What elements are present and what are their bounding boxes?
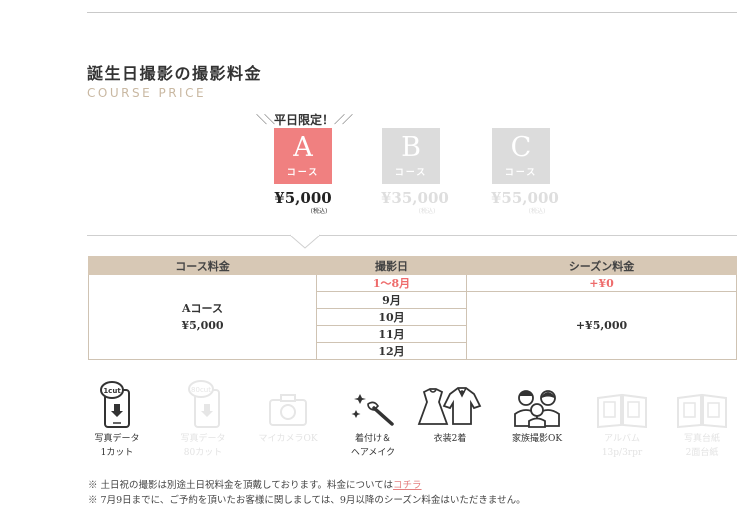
weekday-limited-badge: ＼＼ 平日限定！ ／／ (256, 111, 353, 127)
course-name: Aコース (182, 302, 223, 315)
badge-left-slashes: ＼＼ (256, 113, 275, 126)
feature-album: アルバム 13p/3rpr (585, 380, 659, 460)
course-divider (87, 235, 737, 236)
note-line-1: ※ 土日祝の撮影は別途土日祝料金を頂戴しております。料金についてはコチラ (88, 478, 526, 493)
feature-photo-mount: 写真台紙 2面台紙 (665, 380, 739, 460)
feature-label: 写真データ 80カット (180, 434, 226, 458)
note-line-2: ※ 7月9日までに、ご予約を頂いたお客様に関しましては、9月以降のシーズン料金は… (88, 495, 526, 506)
section-title: 誕生日撮影の撮影料金 (87, 64, 263, 83)
photo-mount-icon (665, 380, 739, 428)
course-a-kana: コース (286, 168, 320, 178)
feature-label: 着付け＆ ヘアメイク (350, 434, 396, 458)
month-cell: 12月 (316, 342, 467, 360)
course-summary-cell: Aコース ¥5,000 (88, 274, 317, 360)
course-c-button[interactable]: C コース (492, 128, 550, 184)
feature-label: 衣装2着 (433, 434, 467, 444)
month-cell: 11月 (316, 325, 467, 343)
course-b-price: ¥35,000 (381, 189, 449, 207)
season-fee-cell: +¥5,000 (466, 291, 737, 360)
feature-family-photo: 家族撮影OK (500, 380, 574, 446)
course-a-letter: A (293, 132, 313, 163)
course-b-button[interactable]: B コース (382, 128, 440, 184)
camera-icon (251, 380, 325, 428)
course-b-card[interactable]: B コース ¥35,000 (税込) (381, 128, 449, 216)
course-a-tax: (税込) (310, 208, 328, 215)
feature-label: 写真台紙 2面台紙 (683, 434, 720, 458)
phone-80cut-icon: 80cut (166, 380, 240, 428)
price-table: コース料金 撮影日 シーズン料金 Aコース ¥5,000 1〜8月 +¥0 9月… (88, 256, 737, 360)
makeup-brush-icon (336, 380, 410, 428)
course-a-price: ¥5,000 (274, 189, 332, 207)
course-c-kana: コース (504, 168, 538, 178)
badge-right-slashes: ／／ (334, 113, 353, 126)
feature-label: マイカメラOK (258, 434, 318, 444)
header-shoot-date: 撮影日 (316, 256, 467, 275)
course-b-tax: (税込) (418, 208, 436, 215)
feature-label: 家族撮影OK (511, 434, 563, 444)
feature-photo-data-80: 80cut 写真データ 80カット (166, 380, 240, 460)
table-row: Aコース ¥5,000 1〜8月 +¥0 (88, 274, 737, 360)
header-course-fee: コース料金 (88, 256, 317, 275)
section-subtitle: COURSE PRICE (87, 86, 207, 100)
month-cell: 9月 (316, 291, 467, 309)
top-divider (87, 12, 737, 13)
course-c-price: ¥55,000 (491, 189, 559, 207)
table-header-row: コース料金 撮影日 シーズン料金 (88, 256, 737, 275)
svg-text:80cut: 80cut (191, 386, 211, 394)
notes: ※ 土日祝の撮影は別途土日祝料金を頂戴しております。料金についてはコチラ ※ 7… (88, 478, 526, 508)
header-season-fee: シーズン料金 (466, 256, 737, 275)
feature-costume: 衣装2着 (413, 380, 487, 446)
phone-1cut-icon: 1cut (80, 380, 154, 428)
family-icon (500, 380, 574, 428)
feature-my-camera: マイカメラOK (251, 380, 325, 446)
costume-icon (413, 380, 487, 428)
course-c-letter: C (510, 132, 532, 163)
feature-label: 写真データ 1カット (94, 434, 140, 458)
badge-label: 平日限定！ (273, 113, 334, 127)
month-cell: 1〜8月 (316, 274, 467, 292)
feature-label: アルバム 13p/3rpr (601, 434, 643, 458)
course-a-button[interactable]: A コース (274, 128, 332, 184)
course-b-letter: B (401, 132, 421, 163)
fee-details-link[interactable]: コチラ (393, 480, 422, 491)
feature-photo-data-1: 1cut 写真データ 1カット (80, 380, 154, 460)
course-a-card[interactable]: A コース ¥5,000 (税込) (273, 128, 333, 216)
course-c-card[interactable]: C コース ¥55,000 (税込) (491, 128, 559, 216)
season-free-cell: +¥0 (466, 274, 737, 292)
svg-text:1cut: 1cut (103, 387, 121, 395)
album-icon (585, 380, 659, 428)
course-c-tax: (税込) (528, 208, 546, 215)
course-price-cell: ¥5,000 (181, 319, 224, 332)
feature-list: 1cut 写真データ 1カット 80cut 写真データ 80カット マイカメラO… (88, 380, 738, 460)
note-line-1-text: ※ 土日祝の撮影は別途土日祝料金を頂戴しております。料金については (88, 480, 394, 491)
feature-dressing-makeup: 着付け＆ ヘアメイク (336, 380, 410, 460)
course-b-kana: コース (394, 168, 428, 178)
month-cell: 10月 (316, 308, 467, 326)
